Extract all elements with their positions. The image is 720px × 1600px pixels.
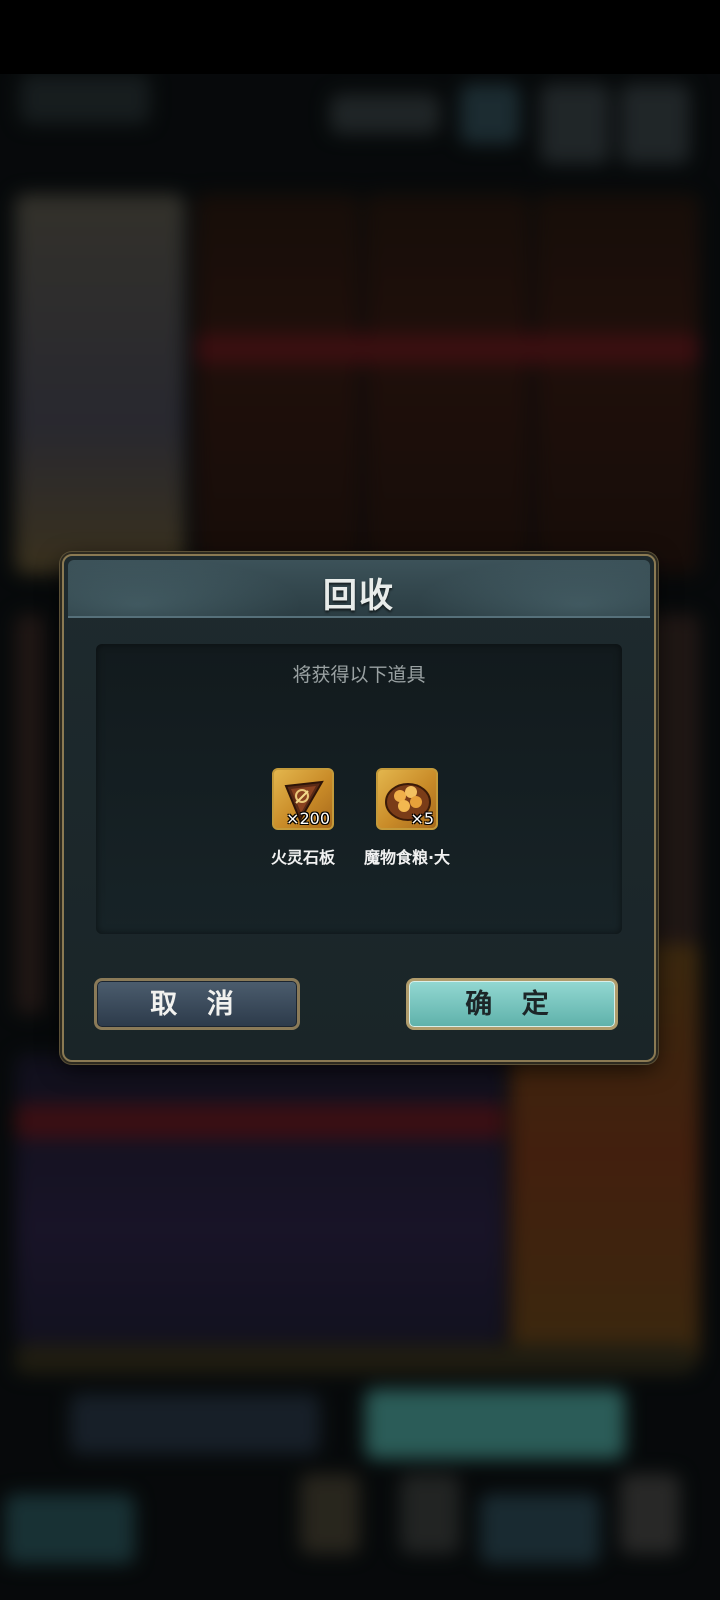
monster-food-large-icon: ×5 bbox=[376, 768, 438, 830]
reward-quantity: ×5 bbox=[410, 809, 434, 828]
dialog-title: 回收 bbox=[323, 576, 395, 616]
rewards-subtitle: 将获得以下道具 bbox=[292, 664, 426, 686]
status-bar bbox=[0, 0, 720, 74]
cancel-button[interactable]: 取 消 bbox=[94, 978, 300, 1030]
reward-item-fire-spirit-slate[interactable]: ×200 火灵石板 bbox=[248, 768, 358, 868]
recycle-dialog: 回收 将获得以下道具 ×200 火灵石板 ×5 魔物食粮·大 取 消 确 定 bbox=[62, 554, 656, 1062]
reward-quantity: ×200 bbox=[286, 809, 330, 828]
reward-name: 火灵石板 bbox=[270, 848, 335, 867]
dialog-header: 回收 bbox=[68, 560, 650, 618]
rewards-panel: 将获得以下道具 ×200 火灵石板 ×5 魔物食粮·大 bbox=[96, 644, 622, 934]
fire-spirit-slate-icon: ×200 bbox=[272, 768, 334, 830]
confirm-button[interactable]: 确 定 bbox=[406, 978, 618, 1030]
reward-name: 魔物食粮·大 bbox=[363, 848, 451, 867]
reward-item-monster-food-large[interactable]: ×5 魔物食粮·大 bbox=[352, 768, 462, 868]
